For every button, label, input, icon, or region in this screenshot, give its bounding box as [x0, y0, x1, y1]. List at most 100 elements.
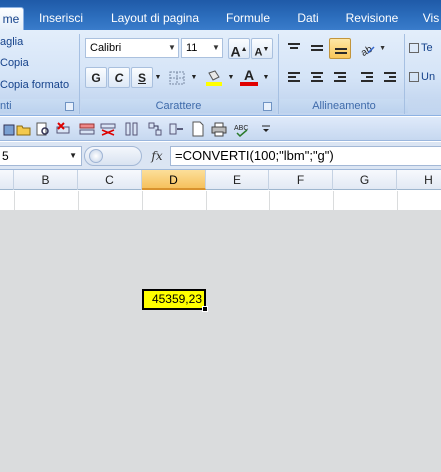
align-right-icon — [334, 72, 346, 82]
align-right-button[interactable] — [329, 67, 351, 88]
group-divider — [404, 34, 405, 114]
merge-icon — [409, 72, 419, 83]
gridline — [206, 191, 207, 472]
name-box[interactable]: 5 ▼ — [0, 146, 82, 166]
chevron-down-icon: ▼ — [379, 45, 386, 52]
italic-button[interactable]: C — [108, 67, 130, 88]
copy-button[interactable]: Copia — [0, 54, 29, 72]
merge-center-button[interactable]: Un — [409, 67, 441, 88]
gridline — [142, 191, 143, 472]
align-left-icon — [288, 72, 300, 82]
insert-function-button[interactable]: fx — [147, 146, 167, 166]
active-cell[interactable]: 45359,23 — [142, 289, 206, 310]
align-top-icon — [288, 43, 300, 53]
align-left-button[interactable] — [283, 67, 305, 88]
formula-bar: 5 ▼ fx =CONVERTI(100;"lbm";"g") — [0, 142, 441, 170]
fill-color-button[interactable] — [203, 67, 225, 88]
font-group-label: Carattere — [81, 99, 276, 113]
gridline — [78, 191, 79, 472]
align-top-button[interactable] — [283, 38, 305, 59]
wrap-text-button[interactable]: Te — [409, 38, 441, 59]
tab-formulas[interactable]: Formule — [218, 7, 278, 30]
delete-row-icon[interactable] — [55, 121, 71, 137]
clipboard-launcher-icon[interactable] — [65, 102, 74, 111]
open-folder-icon[interactable] — [16, 121, 32, 137]
increase-indent-button[interactable] — [379, 67, 401, 88]
increase-indent-icon — [384, 72, 396, 82]
group-divider — [79, 34, 80, 114]
orientation-button[interactable]: ab ▼ — [356, 38, 386, 59]
column-header-h[interactable]: H — [397, 170, 441, 190]
alignment-group: ab ▼ Allineamento — [280, 30, 408, 116]
tab-home[interactable]: me — [0, 7, 24, 30]
cut-button[interactable]: aglia — [0, 33, 23, 51]
insert-cells-icon[interactable] — [147, 121, 163, 137]
align-middle-icon — [311, 45, 323, 55]
customize-toolbar-icon[interactable] — [258, 121, 274, 137]
decrease-indent-icon — [361, 72, 373, 82]
expand-knob-icon — [89, 149, 103, 163]
delete-cells-icon[interactable] — [168, 121, 184, 137]
print-preview-icon[interactable] — [35, 121, 51, 137]
quick-access-toolbar: ABC — [0, 117, 441, 141]
column-header-c[interactable]: C — [78, 170, 142, 190]
decrease-indent-button[interactable] — [356, 67, 378, 88]
gridline — [269, 191, 270, 472]
print-icon[interactable] — [211, 121, 227, 137]
column-header-d[interactable]: D — [142, 170, 206, 190]
tab-view[interactable]: Vis — [414, 7, 441, 30]
paint-bucket-icon — [206, 70, 222, 86]
insert-rows-icon[interactable] — [79, 121, 95, 137]
font-color-dropdown-icon[interactable]: ▼ — [261, 67, 271, 88]
wrap-text-icon — [409, 43, 419, 54]
formula-input[interactable]: =CONVERTI(100;"lbm";"g") — [170, 146, 441, 166]
font-launcher-icon[interactable] — [263, 102, 272, 111]
shrink-font-button[interactable]: A▼ — [251, 38, 273, 59]
column-header-b[interactable]: B — [14, 170, 78, 190]
delete-rows-icon[interactable] — [100, 121, 116, 137]
gridline — [397, 191, 398, 472]
column-header-g[interactable]: G — [333, 170, 397, 190]
tab-page-layout[interactable]: Layout di pagina — [100, 7, 210, 30]
fill-color-dropdown-icon[interactable]: ▼ — [226, 67, 236, 88]
clipboard-group: aglia Copia Copia formato nti — [0, 30, 78, 116]
tab-review[interactable]: Revisione — [338, 7, 406, 30]
chevron-down-icon: ▼ — [168, 43, 176, 52]
align-center-button[interactable] — [306, 67, 328, 88]
tab-data[interactable]: Dati — [286, 7, 330, 30]
ribbon: aglia Copia Copia formato nti Calibri ▼ 1… — [0, 30, 441, 116]
column-header-a[interactable] — [0, 170, 14, 190]
grow-font-button[interactable]: A▲ — [228, 38, 250, 60]
borders-button[interactable] — [166, 67, 188, 88]
formula-bar-resize-handle[interactable] — [84, 146, 142, 166]
column-headers: B C D E F G H — [0, 170, 441, 190]
column-header-e[interactable]: E — [206, 170, 269, 190]
underline-dropdown-icon[interactable]: ▼ — [153, 67, 163, 88]
worksheet-grid[interactable] — [0, 191, 441, 472]
new-document-icon[interactable] — [190, 121, 206, 137]
chevron-down-icon: ▼ — [69, 151, 77, 160]
insert-column-icon[interactable] — [124, 121, 140, 137]
spelling-icon[interactable]: ABC — [234, 121, 250, 137]
underline-button[interactable]: S — [131, 67, 153, 88]
group-divider — [278, 34, 279, 114]
svg-text:ab: ab — [359, 44, 375, 57]
gridline — [14, 191, 15, 472]
bold-button[interactable]: G — [85, 67, 107, 88]
tab-insert[interactable]: Inserisci — [30, 7, 92, 30]
align-middle-button[interactable] — [306, 38, 328, 59]
chevron-down-icon: ▼ — [212, 43, 220, 52]
font-size-select[interactable]: 11 ▼ — [181, 38, 223, 58]
font-color-swatch — [240, 82, 258, 86]
orientation-icon: ab — [359, 44, 375, 59]
fill-handle[interactable] — [202, 306, 208, 312]
align-bottom-icon — [335, 48, 347, 58]
alignment-group-label: Allineamento — [280, 99, 408, 113]
font-color-button[interactable]: A — [238, 67, 260, 88]
align-bottom-button[interactable] — [329, 38, 351, 59]
font-name-select[interactable]: Calibri ▼ — [85, 38, 179, 58]
column-header-f[interactable]: F — [269, 170, 333, 190]
ribbon-tab-bar: me Inserisci Layout di pagina Formule Da… — [0, 0, 441, 30]
borders-dropdown-icon[interactable]: ▼ — [189, 67, 199, 88]
format-painter-button[interactable]: Copia formato — [0, 76, 69, 94]
